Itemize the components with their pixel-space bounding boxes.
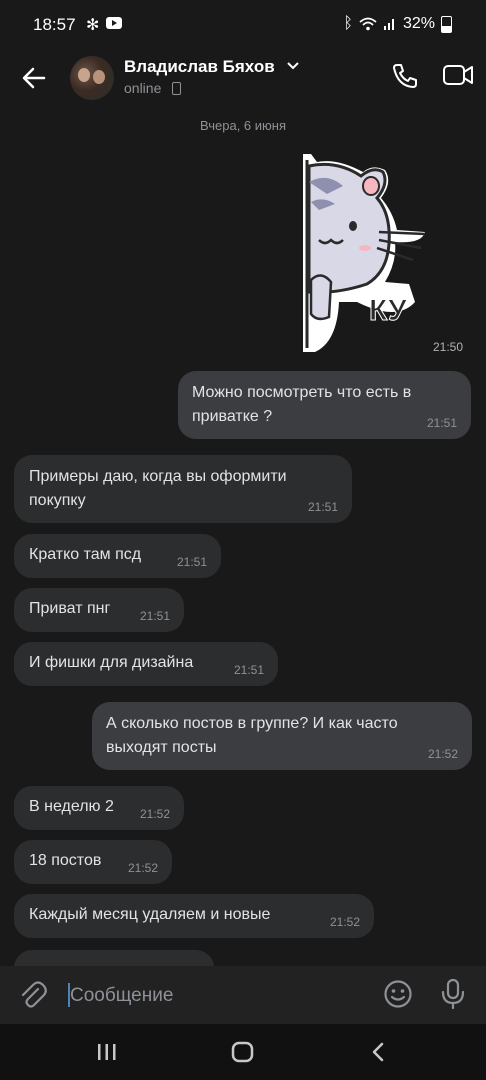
message-time: 21:51 <box>176 555 207 569</box>
message-bubble-out[interactable]: А сколько постов в группе? И как часто в… <box>92 702 472 770</box>
status-bar: 18:57 ✻ ᛒ 32% <box>0 0 486 48</box>
mobile-icon <box>172 82 181 95</box>
youtube-icon <box>106 17 122 29</box>
chat-header: Владислав Бяхов online <box>0 48 486 108</box>
message-bubble-in[interactable]: Каждый месяц удаляем и новые 21:52 <box>14 894 374 938</box>
recents-icon[interactable] <box>96 1042 118 1062</box>
date-divider: Вчера, 6 июня <box>200 118 286 133</box>
system-nav-bar <box>0 1024 486 1080</box>
message-bubble-in[interactable]: И фишки для дизайна 21:51 <box>14 642 278 686</box>
message-text: Примеры даю, когда вы оформити покупку <box>29 468 287 509</box>
sticker-text: КУ <box>369 294 407 327</box>
message-bubble-in[interactable]: Приват пнг 21:51 <box>14 588 184 632</box>
message-bubble-in[interactable]: Примеры даю, когда вы оформити покупку 2… <box>14 455 352 523</box>
message-time: 21:51 <box>139 609 170 623</box>
chevron-down-icon[interactable] <box>287 62 299 70</box>
message-time: 21:51 <box>426 416 457 430</box>
emoji-icon[interactable] <box>383 979 413 1009</box>
message-composer: Сообщение <box>0 966 486 1024</box>
message-text: И фишки для дизайна <box>29 654 194 671</box>
contact-status: online <box>124 80 162 96</box>
message-time: 21:51 <box>307 500 338 514</box>
message-bubble-in[interactable]: 18 постов 21:52 <box>14 840 172 884</box>
message-text: Каждый месяц удаляем и новые <box>29 906 271 923</box>
phone-call-icon[interactable] <box>390 61 420 91</box>
wifi-icon <box>359 17 377 31</box>
message-bubble-out[interactable]: Можно посмотреть что есть в приватке ? 2… <box>178 371 471 439</box>
message-text: А сколько постов в группе? И как часто в… <box>106 715 398 756</box>
message-time: 21:52 <box>329 915 360 929</box>
message-time: 21:52 <box>427 747 458 761</box>
avatar[interactable] <box>70 56 114 100</box>
home-icon[interactable] <box>231 1041 255 1063</box>
message-text: Можно посмотреть что есть в приватке ? <box>192 384 412 425</box>
back-arrow-icon[interactable] <box>18 62 50 94</box>
message-time: 21:52 <box>127 861 158 875</box>
cat-sticker[interactable]: КУ <box>297 152 437 357</box>
message-bubble-in[interactable]: В неделю 2 21:52 <box>14 786 184 830</box>
video-call-icon[interactable] <box>442 61 474 89</box>
contact-name[interactable]: Владислав Бяхов <box>124 57 275 77</box>
battery-percent: 32% <box>402 15 435 32</box>
battery-icon <box>441 15 452 33</box>
message-input[interactable]: Сообщение <box>70 985 173 1007</box>
bluetooth-icon: ᛒ <box>343 15 353 32</box>
microphone-icon[interactable] <box>439 978 467 1010</box>
status-time: 18:57 <box>33 15 76 34</box>
signal-icon <box>383 19 394 30</box>
message-time: 21:52 <box>139 807 170 821</box>
paperclip-icon[interactable] <box>18 980 48 1010</box>
nav-back-icon[interactable] <box>370 1041 386 1063</box>
fan-icon: ✻ <box>86 17 100 34</box>
message-time: 21:51 <box>233 663 264 677</box>
message-bubble-in[interactable]: Кратко там псд 21:51 <box>14 534 221 578</box>
sticker-time: 21:50 <box>433 340 464 354</box>
